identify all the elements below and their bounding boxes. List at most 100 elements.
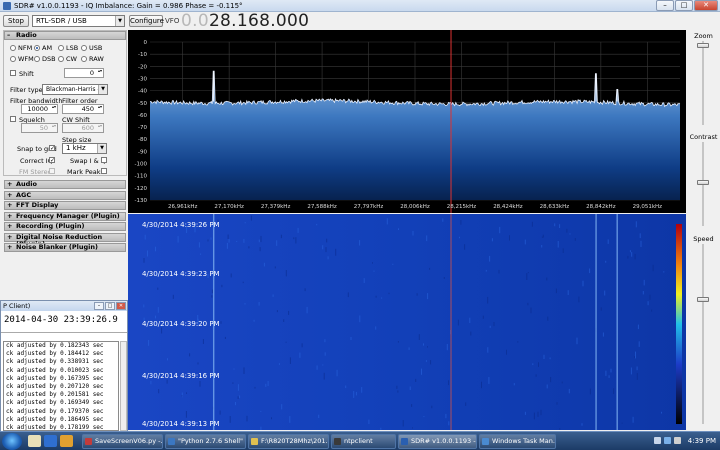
mode-radio-nfm[interactable] <box>10 45 16 51</box>
squelch-checkbox[interactable] <box>10 116 16 122</box>
waterfall-noise <box>372 262 373 264</box>
plugin-header-agc[interactable]: + AGC <box>4 190 126 200</box>
waterfall-display[interactable]: 4/30/2014 4:39:26 PM 4/30/2014 4:39:23 PM… <box>128 214 686 430</box>
close-icon[interactable]: ✕ <box>116 302 126 310</box>
radio-header[interactable]: – Radio <box>4 31 126 40</box>
maximize-icon[interactable]: □ <box>105 302 115 310</box>
waterfall-noise <box>415 378 417 382</box>
zoom-slider[interactable] <box>697 42 709 48</box>
plugin-header-fft-display[interactable]: + FFT Display <box>4 201 126 210</box>
minimize-icon[interactable]: – <box>94 302 104 310</box>
clock[interactable]: 4:39 PM <box>688 435 716 447</box>
waterfall-noise <box>513 383 515 386</box>
network-icon[interactable] <box>664 437 671 444</box>
mode-radio-wfm[interactable] <box>10 56 16 62</box>
ntp-scrollbar[interactable] <box>120 341 127 431</box>
minimize-button[interactable]: – <box>656 0 674 11</box>
speed-slider[interactable] <box>697 296 709 302</box>
ntp-client-window[interactable]: P Client) – □ ✕ 2014-04-30 23:39:26.9 ck a… <box>0 300 128 433</box>
waterfall-noise <box>272 294 274 297</box>
plugin-header-audio[interactable]: + Audio <box>4 180 126 189</box>
taskbar-pinned-icon[interactable] <box>44 435 57 447</box>
waterfall-noise <box>157 307 159 313</box>
radio-header-label: Radio <box>16 31 37 39</box>
close-button[interactable]: ✕ <box>694 0 718 11</box>
taskbar-task-5[interactable]: SDR# v1.0.0.1193 - ... <box>398 434 477 449</box>
zoom-track[interactable] <box>702 41 704 125</box>
waterfall-noise <box>481 381 482 389</box>
waterfall-noise <box>632 416 634 423</box>
waterfall-noise <box>546 277 548 281</box>
contrast-slider[interactable] <box>697 179 709 185</box>
waterfall-noise <box>336 369 338 377</box>
waterfall-noise <box>448 421 450 426</box>
x-tick-label: 27,797kHz <box>354 204 384 210</box>
waterfall-noise <box>589 268 591 274</box>
mode-radio-raw[interactable] <box>81 56 87 62</box>
waterfall-noise <box>274 266 276 269</box>
waterfall-noise <box>559 428 561 430</box>
waterfall-noise <box>189 353 191 357</box>
ntp-log[interactable]: ck adjusted by 0.182343 sec ck adjusted b… <box>3 341 119 431</box>
taskbar-task-3[interactable]: F:\R820T28Mhz\201... <box>248 434 329 449</box>
expand-icon: + <box>7 222 13 230</box>
filter-order-input[interactable]: 450 <box>62 104 104 114</box>
task-app-icon <box>482 438 489 445</box>
filter-bandwidth-input[interactable]: 10000 <box>21 104 58 114</box>
plugin-header-noise-blanker-plugin[interactable]: + Noise Blanker (Plugin) <box>4 243 126 252</box>
vfo-display[interactable]: 0.028.168.000 <box>181 10 309 32</box>
mark-peaks-checkbox[interactable] <box>101 168 107 174</box>
cw-shift-input[interactable]: 600 <box>62 123 104 133</box>
fm-stereo-checkbox[interactable] <box>49 168 55 174</box>
waterfall-noise <box>260 235 262 243</box>
mode-radio-lsb[interactable] <box>58 45 64 51</box>
plugin-header-recording-plugin[interactable]: + Recording (Plugin) <box>4 222 126 231</box>
shift-checkbox[interactable] <box>10 70 16 76</box>
shift-label: Shift <box>19 70 34 78</box>
taskbar-task-4[interactable]: ntpclient <box>331 434 396 449</box>
configure-button[interactable]: Configure <box>129 15 164 27</box>
tray-icon[interactable] <box>654 437 661 444</box>
waterfall-noise <box>532 363 534 366</box>
waterfall-noise <box>392 263 394 265</box>
volume-icon[interactable] <box>674 437 681 444</box>
speed-track[interactable] <box>702 244 704 424</box>
waterfall-noise <box>416 293 418 296</box>
waterfall-noise <box>211 289 213 294</box>
step-size-select[interactable]: 1 kHz ▼ <box>62 143 107 154</box>
waterfall-noise <box>220 321 222 324</box>
taskbar-task-6[interactable]: Windows Task Man... <box>479 434 556 449</box>
waterfall-noise <box>316 223 318 226</box>
snap-to-grid-checkbox[interactable]: ✓ <box>49 145 55 152</box>
waterfall-noise <box>581 423 583 426</box>
correct-iq-checkbox[interactable]: ✓ <box>49 157 55 164</box>
waterfall-noise <box>566 228 568 233</box>
log-line: ck adjusted by 0.182343 sec <box>6 342 104 349</box>
waterfall-tuned-marker[interactable] <box>450 214 452 430</box>
squelch-input[interactable]: 50 <box>21 123 58 133</box>
mode-radio-usb[interactable] <box>81 45 87 51</box>
stop-button[interactable]: Stop <box>3 15 29 27</box>
log-line: ck adjusted by 0.179370 sec <box>6 407 104 415</box>
swap-iq-checkbox[interactable] <box>101 157 107 163</box>
mode-radio-cw[interactable] <box>58 56 64 62</box>
mode-label-am: AM <box>42 44 53 52</box>
maximize-button[interactable]: □ <box>675 0 693 11</box>
shift-input[interactable]: 0 <box>64 68 104 78</box>
waterfall-noise <box>608 375 610 378</box>
source-select[interactable]: RTL-SDR / USB ▼ <box>32 15 125 27</box>
expand-icon: + <box>7 211 13 220</box>
taskbar-pinned-icon[interactable] <box>60 435 73 447</box>
x-tick-label: 27,170kHz <box>214 204 244 210</box>
plugin-header-digital-noise-reduction-plugin[interactable]: +Digital Noise Reduction (Plugin) <box>4 232 126 247</box>
waterfall-noise <box>260 410 262 412</box>
taskbar-task-2[interactable]: "Python 2.7.6 Shell" <box>165 434 246 449</box>
filter-type-select[interactable]: Blackman-Harris 4 ▼ <box>42 84 108 95</box>
explorer-icon[interactable] <box>28 435 41 447</box>
taskbar-task-1[interactable]: SaveScreenV06.py -... <box>82 434 163 449</box>
plugin-header-frequency-manager-plugin[interactable]: + Frequency Manager (Plugin) <box>4 211 126 221</box>
mode-radio-dsb[interactable] <box>34 56 40 62</box>
start-button[interactable] <box>2 433 22 450</box>
mode-radio-am[interactable] <box>34 45 40 51</box>
spectrum-analyzer[interactable]: 0 -10 -20 -30 -40 -50 -60 -70 -80 -90 -100 -110 -120… <box>128 30 686 213</box>
